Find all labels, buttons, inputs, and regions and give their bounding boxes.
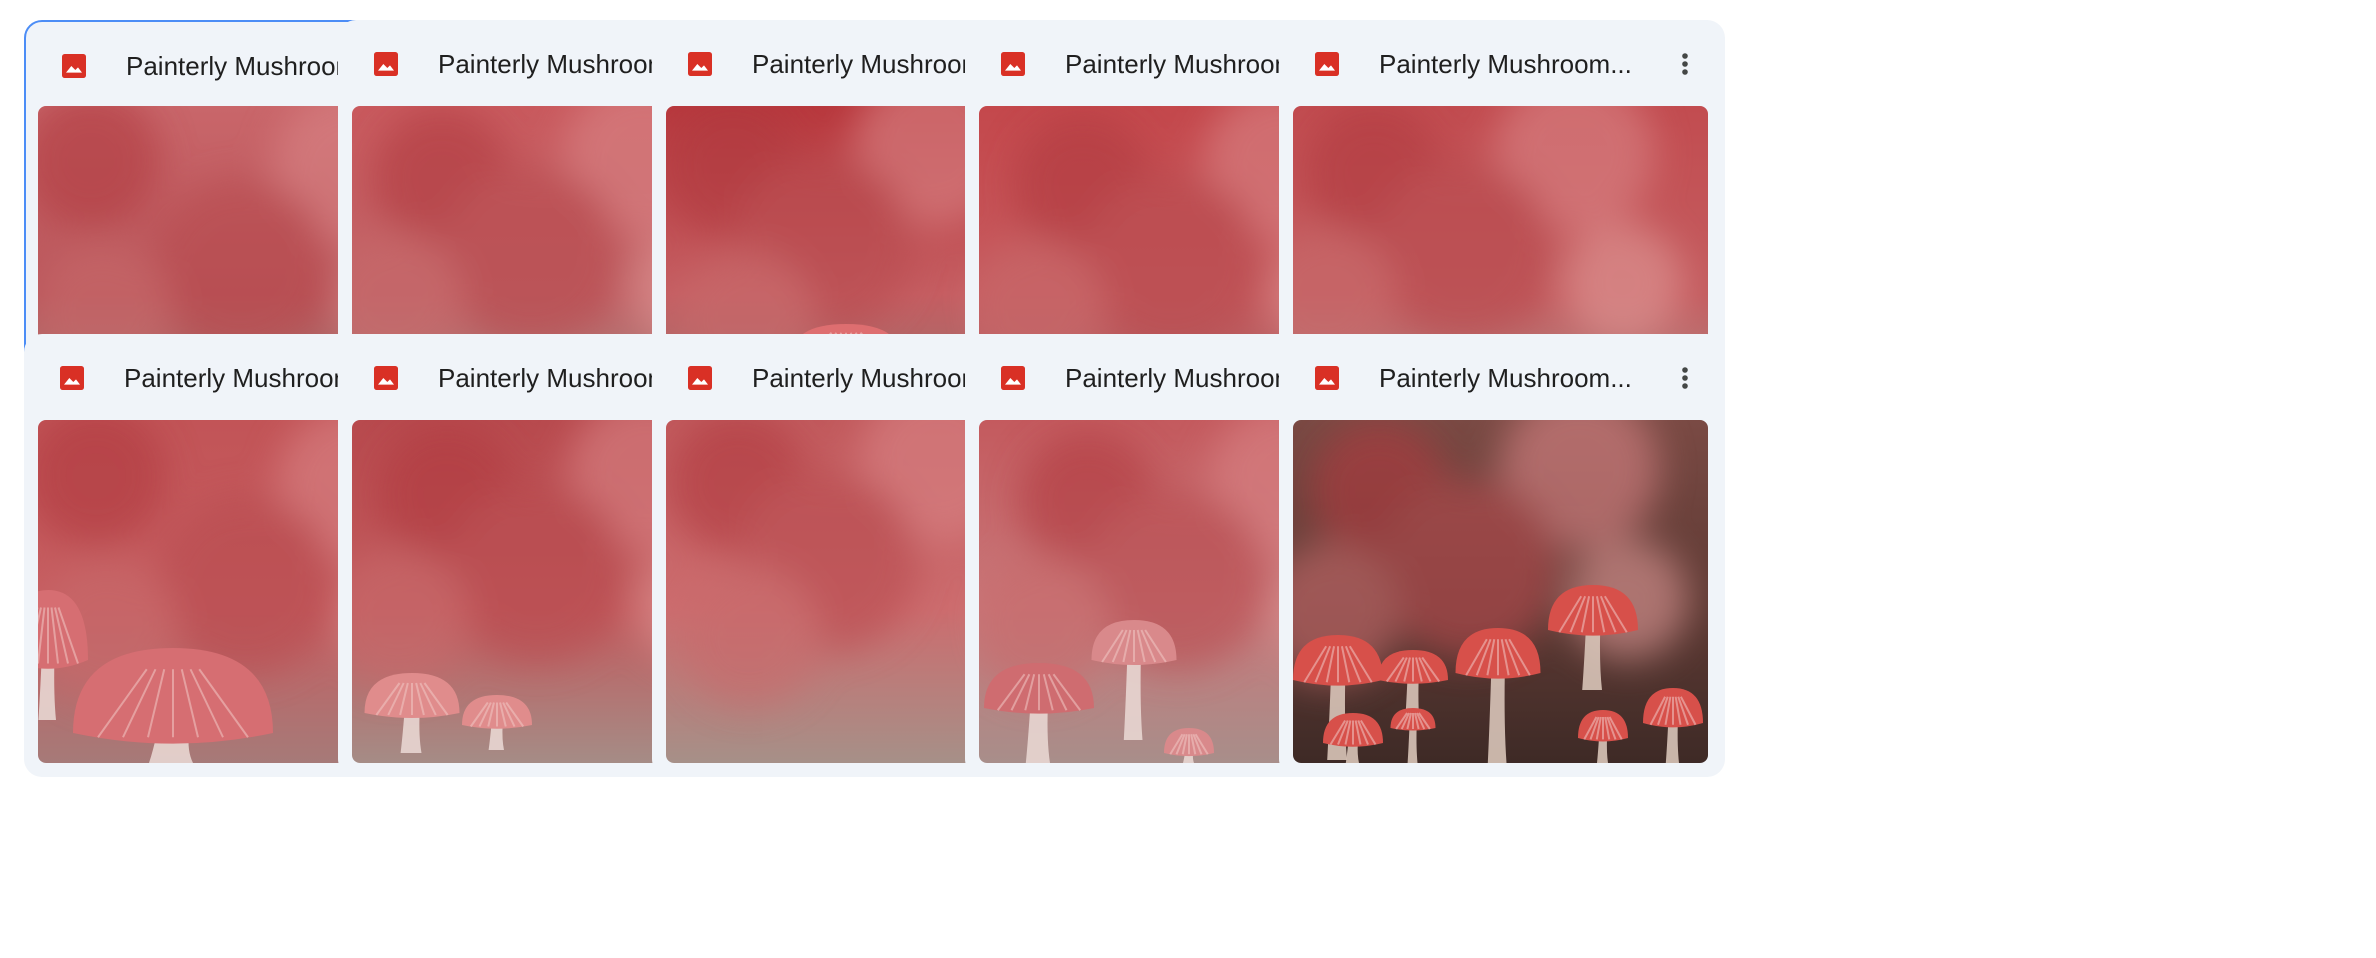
- image-file-icon: [370, 362, 402, 394]
- file-title: Painterly Mushroom...: [1379, 49, 1632, 79]
- more-actions-button[interactable]: [1663, 42, 1707, 86]
- image-file-icon: [684, 362, 716, 394]
- image-file-icon: [1311, 362, 1343, 394]
- image-file-icon: [58, 50, 90, 82]
- image-file-icon: [997, 362, 1029, 394]
- more-actions-button[interactable]: [1663, 356, 1707, 400]
- image-file-icon: [997, 48, 1029, 80]
- file-title: Painterly Mushroom...: [1379, 363, 1632, 393]
- file-card-header: Painterly Mushroom...: [1279, 334, 1725, 420]
- image-file-icon: [684, 48, 716, 80]
- file-card-header: Painterly Mushroom...: [1279, 20, 1725, 106]
- image-file-icon: [370, 48, 402, 80]
- image-file-icon: [1311, 48, 1343, 80]
- file-thumbnail[interactable]: [1293, 420, 1708, 763]
- file-grid: Painterly Mushroom... Painterly Mushroom.…: [24, 20, 2376, 950]
- image-file-icon: [56, 362, 88, 394]
- file-card[interactable]: Painterly Mushroom...: [1279, 334, 1725, 777]
